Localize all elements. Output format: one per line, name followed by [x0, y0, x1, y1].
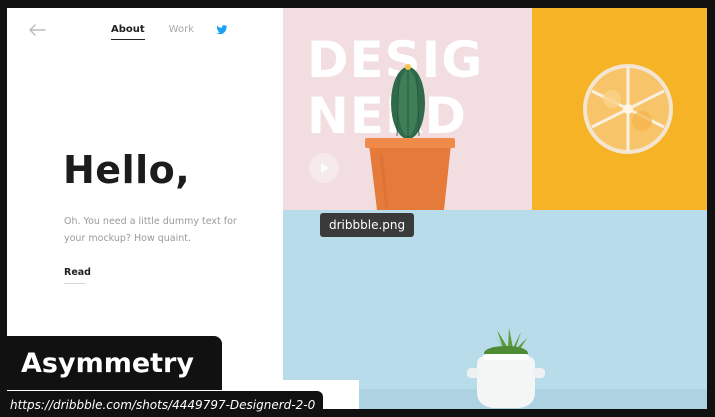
orange-fruit-tile: [532, 8, 707, 210]
nav-item-about[interactable]: About: [111, 24, 145, 40]
arrow-left-icon[interactable]: [27, 22, 47, 38]
hero-lead-text: Oh. You need a little dummy text for you…: [64, 216, 237, 244]
nav-item-work[interactable]: Work: [169, 24, 194, 40]
pink-cactus-tile: DESIG NERD: [283, 8, 532, 210]
caption-source-url[interactable]: https://dribbble.com/shots/4449797-Desig…: [0, 391, 324, 417]
caption-title: Asymmetry: [7, 336, 222, 390]
cactus-pot-image: [365, 64, 455, 210]
hero-heading: Hello,: [63, 148, 191, 192]
play-icon[interactable]: [309, 153, 339, 183]
twitter-icon[interactable]: [216, 24, 228, 35]
filename-tooltip: dribbble.png: [320, 213, 415, 237]
succulent-pot-image: [467, 328, 545, 408]
read-underline: [64, 283, 86, 284]
top-nav: About Work: [111, 24, 228, 40]
read-link[interactable]: Read: [64, 267, 91, 278]
orange-fruit-image: [583, 64, 673, 154]
